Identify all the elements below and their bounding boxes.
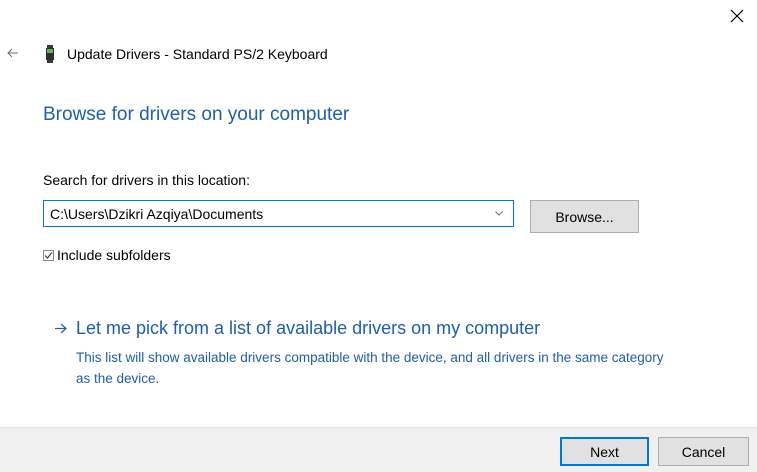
pick-from-list-link[interactable]: Let me pick from a list of available dri…: [52, 318, 540, 339]
back-arrow-icon: [7, 48, 18, 58]
browse-button[interactable]: Browse...: [530, 200, 639, 233]
driver-path-combobox[interactable]: C:\Users\Dzikri Azqiya\Documents: [43, 200, 514, 227]
arrow-right-icon: [52, 321, 68, 337]
keyboard-device-icon: [44, 45, 56, 63]
back-button[interactable]: [4, 44, 22, 62]
include-subfolders-label: Include subfolders: [57, 247, 171, 263]
close-icon: [730, 9, 744, 23]
pick-from-list-description: This list will show available drivers co…: [76, 350, 664, 386]
chevron-down-icon[interactable]: [490, 205, 508, 223]
driver-path-value: C:\Users\Dzikri Azqiya\Documents: [50, 205, 264, 222]
update-drivers-dialog: Update Drivers - Standard PS/2 Keyboard …: [0, 0, 757, 472]
checkbox-checked-icon[interactable]: [43, 249, 54, 261]
window-title-bar: Update Drivers - Standard PS/2 Keyboard: [44, 43, 328, 65]
close-button[interactable]: [725, 4, 749, 28]
search-location-label: Search for drivers in this location:: [43, 172, 250, 188]
window-title: Update Drivers - Standard PS/2 Keyboard: [67, 46, 328, 62]
cancel-button[interactable]: Cancel: [658, 437, 749, 466]
page-heading: Browse for drivers on your computer: [43, 104, 350, 125]
pick-from-list-text[interactable]: Let me pick from a list of available dri…: [76, 318, 540, 339]
next-button[interactable]: Next: [560, 437, 649, 466]
include-subfolders-checkbox[interactable]: Include subfolders: [43, 245, 171, 265]
